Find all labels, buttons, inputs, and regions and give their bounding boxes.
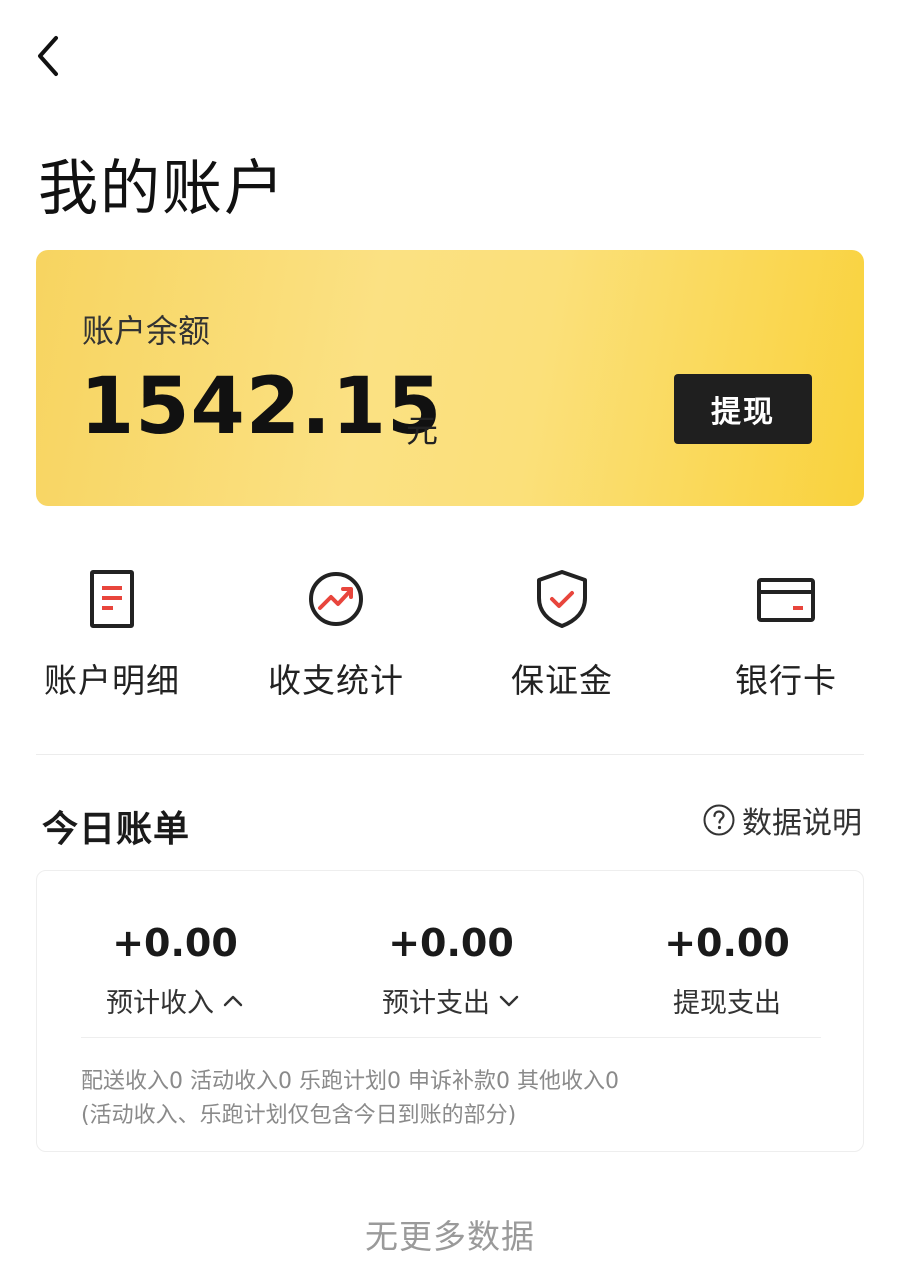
balance-label: 账户余额 [82, 312, 211, 350]
shortcut-label: 银行卡 [735, 661, 837, 700]
shortcut-deposit[interactable]: 保证金 [462, 560, 662, 710]
balance-unit: 元 [406, 412, 439, 450]
question-circle-icon [703, 804, 735, 836]
stat-label-wrap: 预计支出 [382, 981, 520, 1020]
account-page: 我的账户 账户余额 1542.15 元 提现 账户明细 收支统计 保证金 银行卡… [0, 0, 900, 1283]
back-button[interactable] [28, 30, 72, 82]
stat-expected-expense[interactable]: +0.00 预计支出 [313, 921, 589, 1020]
data-help-label: 数据说明 [742, 806, 862, 841]
shortcut-label: 账户明细 [44, 661, 180, 700]
bill-note: 配送收入0 活动收入0 乐跑计划0 申诉补款0 其他收入0 (活动收入、乐跑计划… [81, 1065, 619, 1133]
stat-label: 提现支出 [673, 988, 781, 1019]
no-more-data: 无更多数据 [365, 1217, 535, 1256]
shortcut-account-detail[interactable]: 账户明细 [12, 560, 212, 710]
data-help-link[interactable]: 数据说明 [702, 798, 862, 842]
chevron-down-icon [499, 995, 519, 1006]
bank-card-icon [757, 578, 815, 622]
chevron-left-icon [38, 36, 58, 76]
shortcut-label: 收支统计 [268, 661, 404, 700]
balance-amount: 1542.15 [80, 362, 443, 452]
shortcut-bank-card[interactable]: 银行卡 [686, 560, 886, 710]
stat-label-wrap: 预计收入 [106, 981, 244, 1020]
shortcut-income-stats[interactable]: 收支统计 [236, 560, 436, 710]
stat-value: +0.00 [388, 921, 514, 965]
stat-label: 预计支出 [382, 988, 490, 1019]
document-icon [90, 570, 134, 628]
stat-label: 预计收入 [106, 988, 214, 1019]
today-bill-title: 今日账单 [42, 809, 191, 850]
stat-value: +0.00 [112, 921, 238, 965]
balance-card: 账户余额 1542.15 元 提现 [36, 250, 864, 506]
today-bill-card: +0.00 预计收入 +0.00 预计支出 +0.00 提现支出 配送收入0 活… [36, 870, 864, 1152]
stat-value: +0.00 [664, 921, 790, 965]
stat-expected-income[interactable]: +0.00 预计收入 [37, 921, 313, 1020]
page-title: 我的账户 [38, 154, 286, 224]
withdraw-button[interactable]: 提现 [674, 374, 812, 444]
bill-note-line: (活动收入、乐跑计划仅包含今日到账的部分) [81, 1103, 517, 1128]
shortcut-row: 账户明细 收支统计 保证金 银行卡 [0, 560, 900, 710]
chevron-up-icon [223, 995, 243, 1006]
trend-chart-icon [309, 572, 363, 626]
bill-note-line: 配送收入0 活动收入0 乐跑计划0 申诉补款0 其他收入0 [81, 1069, 619, 1094]
stat-label-wrap: 提现支出 [673, 981, 781, 1020]
shield-check-icon [537, 570, 587, 628]
bill-divider [81, 1037, 821, 1038]
divider [36, 754, 864, 755]
stat-withdraw-expense: +0.00 提现支出 [589, 921, 865, 1020]
shortcut-label: 保证金 [511, 661, 613, 700]
